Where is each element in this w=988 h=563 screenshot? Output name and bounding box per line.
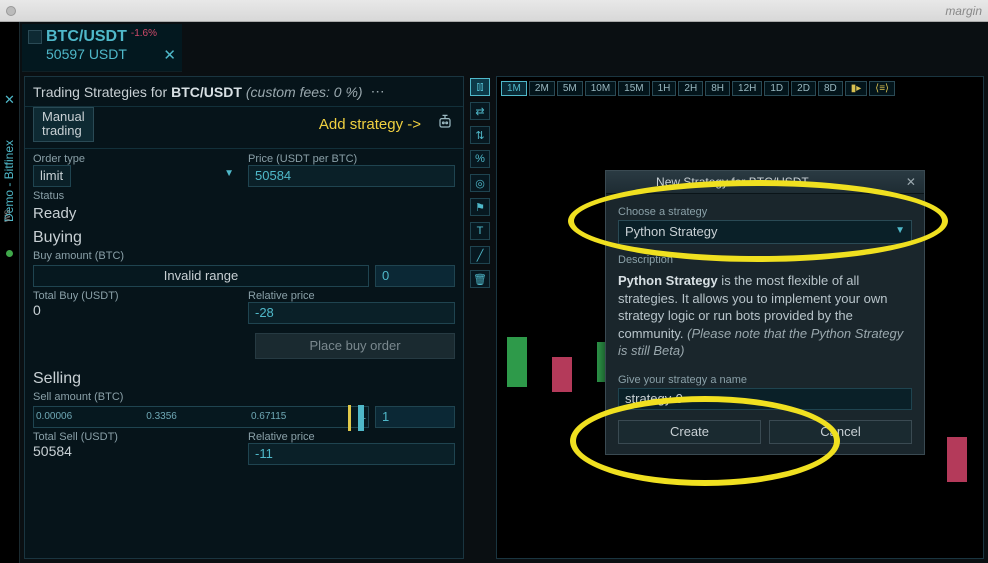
buying-heading: Buying (33, 229, 455, 247)
connection-status-icon (6, 250, 13, 257)
buy-amount-value[interactable]: 0 (375, 265, 455, 287)
window-control-icon[interactable] (6, 6, 16, 16)
pair-symbol: BTC/USDT (46, 28, 127, 45)
indicator-icon[interactable]: ⟨≡⟩ (869, 81, 895, 96)
buy-range-text: Invalid range (164, 268, 238, 283)
more-icon[interactable]: ⋯ (371, 83, 387, 100)
dialog-title: New Strategy for BTC/USDT ... (656, 175, 822, 189)
pair-tab[interactable]: BTC/USDT -1.6% 50597 USDT ✕ (22, 24, 182, 72)
panel-title-fees: (custom fees: 0 %) (246, 84, 363, 100)
tf-button[interactable]: 15M (618, 81, 649, 96)
buy-amount-label: Buy amount (BTC) (33, 250, 455, 262)
place-buy-button[interactable]: Place buy order (255, 333, 455, 359)
pair-change: -1.6% (131, 28, 157, 39)
add-strategy-hint: Add strategy -> (319, 116, 421, 133)
tab-manual-trading[interactable]: Manual trading (33, 107, 94, 142)
slider-tick: 0.3356 (146, 411, 177, 422)
rel-price-sell-label: Relative price (248, 431, 455, 443)
percent-icon[interactable]: % (470, 150, 490, 168)
window-title: margin (945, 4, 982, 18)
target-icon[interactable]: ◎ (470, 174, 490, 192)
sell-amount-slider[interactable]: 0.00006 0.3356 0.67115 1 (33, 406, 369, 428)
add-strategy-icon[interactable] (435, 112, 455, 137)
strategy-name-label: Give your strategy a name (618, 374, 747, 386)
total-sell-label: Total Sell (USDT) (33, 431, 240, 443)
sell-amount-value[interactable]: 1 (375, 406, 455, 428)
total-buy-value: 0 (33, 302, 240, 318)
dialog-titlebar[interactable]: New Strategy for BTC/USDT ... ✕ (606, 171, 924, 194)
choose-strategy-label: Choose a strategy (618, 206, 707, 218)
slider-tick: 0.67115 (251, 411, 286, 422)
pair-price: 50597 USDT (46, 46, 157, 62)
bookmark-icon[interactable]: ▮▸ (845, 81, 868, 96)
total-sell-value: 50584 (33, 443, 240, 459)
candlestick-icon[interactable]: ⫾⫾ (470, 78, 490, 96)
strategy-select-value: Python Strategy (625, 224, 718, 239)
sell-amount-label: Sell amount (BTC) (33, 391, 455, 403)
window-titlebar: margin (0, 0, 988, 22)
create-button[interactable]: Create (618, 420, 761, 444)
tf-button[interactable]: 2D (791, 81, 816, 96)
close-icon[interactable]: ✕ (0, 92, 19, 108)
price-label: Price (USDT per BTC) (248, 153, 455, 165)
close-icon[interactable]: ✕ (906, 175, 916, 189)
pair-icon (28, 30, 42, 44)
timeframe-row: 1M 2M 5M 10M 15M 1H 2H 8H 12H 1D 2D 8D ▮… (497, 77, 983, 100)
strategy-select[interactable]: Python Strategy (618, 220, 912, 244)
price-input[interactable] (248, 165, 455, 187)
toggle-a-icon[interactable]: ⇄ (470, 102, 490, 120)
new-strategy-dialog: New Strategy for BTC/USDT ... ✕ Choose a… (605, 170, 925, 455)
description-label: Description (618, 254, 673, 266)
trading-panel: Trading Strategies for BTC/USDT (custom … (24, 76, 464, 559)
panel-title: Trading Strategies for BTC/USDT (custom … (25, 77, 463, 107)
slider-tick: 0.00006 (36, 411, 72, 422)
close-tab-icon[interactable]: ✕ (163, 46, 176, 64)
tf-button[interactable]: 10M (585, 81, 616, 96)
selling-heading: Selling (33, 370, 455, 388)
rel-price-sell-input[interactable] (248, 443, 455, 465)
trash-icon[interactable]: 🗑 (470, 270, 490, 288)
strategy-description: Python Strategy is the most flexible of … (618, 272, 912, 360)
panel-title-prefix: Trading Strategies for (33, 84, 167, 100)
flag-icon[interactable]: ⚑ (470, 198, 490, 216)
tf-button[interactable]: 1H (652, 81, 677, 96)
panel-title-pair: BTC/USDT (171, 84, 242, 100)
tf-button[interactable]: 12H (732, 81, 762, 96)
line-icon[interactable]: ╱ (470, 246, 490, 264)
strategy-name-input[interactable] (618, 388, 912, 410)
tf-button[interactable]: 2M (529, 81, 555, 96)
chart-tool-column: ⫾⫾ ⇄ ⇅ % ◎ ⚑ T ╱ 🗑 (468, 76, 492, 559)
status-value: Ready (33, 205, 455, 222)
text-icon[interactable]: T (470, 222, 490, 240)
tf-button[interactable]: 8H (705, 81, 730, 96)
order-type-label: Order type (33, 153, 240, 165)
order-type-select[interactable]: limit (33, 165, 71, 187)
cancel-button[interactable]: Cancel (769, 420, 912, 444)
tf-button[interactable]: 1D (764, 81, 789, 96)
buy-amount-slider[interactable]: Invalid range (33, 265, 369, 287)
status-label: Status (33, 190, 455, 202)
tf-button[interactable]: 1M (501, 81, 527, 96)
rel-price-buy-input[interactable] (248, 302, 455, 324)
tf-button[interactable]: 5M (557, 81, 583, 96)
tf-button[interactable]: 2H (678, 81, 703, 96)
toggle-b-icon[interactable]: ⇅ (470, 126, 490, 144)
tf-button[interactable]: 8D (818, 81, 843, 96)
rel-price-buy-label: Relative price (248, 290, 455, 302)
ws-label: ws (2, 210, 13, 222)
total-buy-label: Total Buy (USDT) (33, 290, 240, 302)
exchange-side-tab[interactable]: ✕ Demo - Bitfinex ws (0, 22, 20, 563)
